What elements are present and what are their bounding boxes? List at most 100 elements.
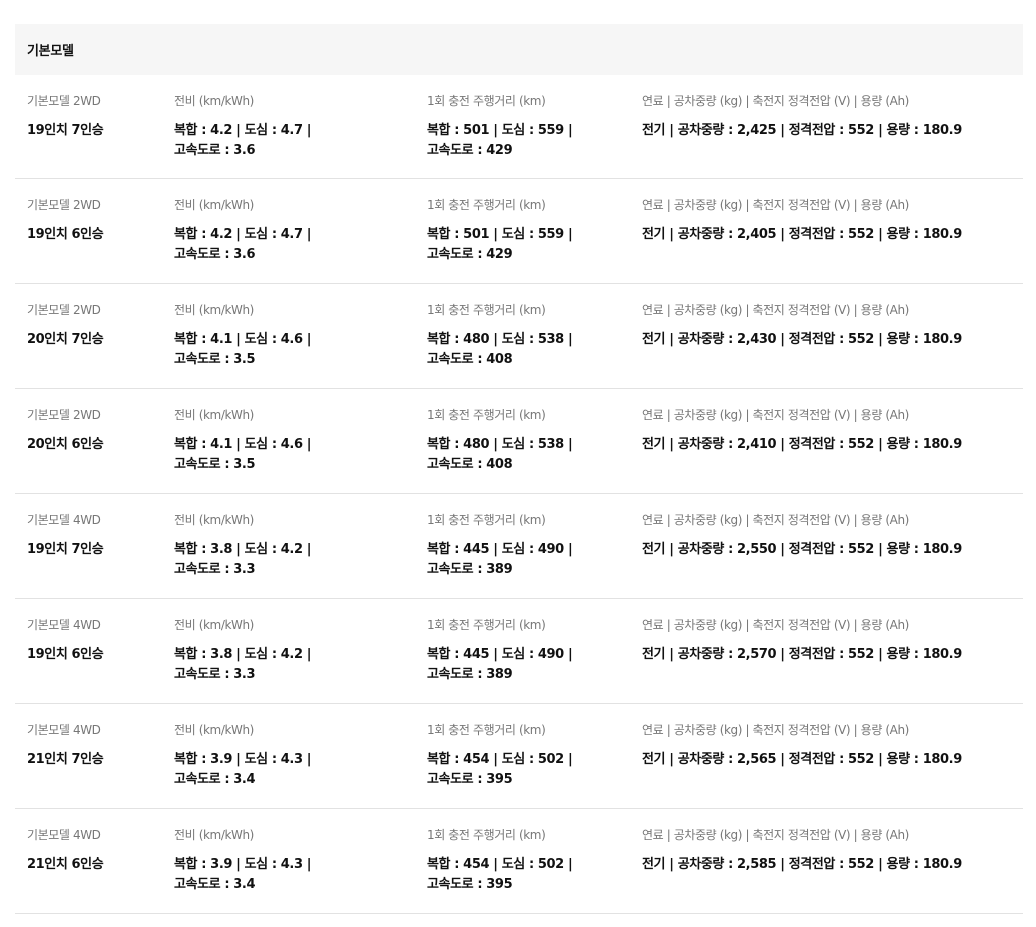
specs-label: 연료 | 공차중량 (kg) | 축전지 정격전압 (V) | 용량 (Ah) [642,723,909,737]
efficiency-line-1: 복합 : 4.2 | 도심 : 4.7 | [174,227,312,242]
specs-label: 연료 | 공차중량 (kg) | 축전지 정격전압 (V) | 용량 (Ah) [642,828,909,842]
model-cell: 기본모델 4WD 21인치 6인승 [27,827,167,875]
efficiency-cell: 전비 (km/kWh) 복합 : 3.9 | 도심 : 4.3 | 고속도로 :… [174,722,414,789]
efficiency-label: 전비 (km/kWh) [174,723,254,737]
range-line-2: 고속도로 : 395 [427,876,513,892]
range-label: 1회 충전 주행거리 (km) [427,303,546,317]
range-label: 1회 충전 주행거리 (km) [427,408,546,422]
efficiency-label: 전비 (km/kWh) [174,618,254,632]
section-title: 기본모델 [27,44,74,59]
specs-label: 연료 | 공차중량 (kg) | 축전지 정격전압 (V) | 용량 (Ah) [642,618,909,632]
efficiency-line-1: 복합 : 3.9 | 도심 : 4.3 | [174,752,312,767]
spec-row: 기본모델 4WD 21인치 6인승 전비 (km/kWh) 복합 : 3.9 |… [15,809,1023,914]
model-cell: 기본모델 2WD 19인치 6인승 [27,197,167,245]
model-cell: 기본모델 2WD 20인치 6인승 [27,407,167,455]
trim-name: 19인치 6인승 [27,647,104,662]
efficiency-line-2: 고속도로 : 3.3 [174,561,256,577]
range-label: 1회 충전 주행거리 (km) [427,198,546,212]
efficiency-value: 복합 : 4.2 | 도심 : 4.7 | 고속도로 : 3.6 [174,225,414,264]
spec-row: 기본모델 4WD 21인치 7인승 전비 (km/kWh) 복합 : 3.9 |… [15,704,1023,809]
efficiency-value: 복합 : 3.9 | 도심 : 4.3 | 고속도로 : 3.4 [174,750,414,789]
specs-cell: 연료 | 공차중량 (kg) | 축전지 정격전압 (V) | 용량 (Ah) … [642,197,1022,245]
specs-cell: 연료 | 공차중량 (kg) | 축전지 정격전압 (V) | 용량 (Ah) … [642,722,1022,770]
range-value: 복합 : 501 | 도심 : 559 | 고속도로 : 429 [427,121,637,160]
range-line-1: 복합 : 445 | 도심 : 490 | [427,647,573,662]
efficiency-label: 전비 (km/kWh) [174,828,254,842]
efficiency-line-2: 고속도로 : 3.6 [174,246,256,262]
specs-cell: 연료 | 공차중량 (kg) | 축전지 정격전압 (V) | 용량 (Ah) … [642,827,1022,875]
range-cell: 1회 충전 주행거리 (km) 복합 : 501 | 도심 : 559 | 고속… [427,197,637,264]
specs-value: 전기 | 공차중량 : 2,565 | 정격전압 : 552 | 용량 : 18… [642,752,962,767]
range-label: 1회 충전 주행거리 (km) [427,828,546,842]
trim-name: 20인치 7인승 [27,332,104,347]
trim-name: 20인치 6인승 [27,437,104,452]
efficiency-line-1: 복합 : 4.2 | 도심 : 4.7 | [174,123,312,138]
efficiency-label: 전비 (km/kWh) [174,513,254,527]
range-value: 복합 : 454 | 도심 : 502 | 고속도로 : 395 [427,855,637,894]
specs-value: 전기 | 공차중량 : 2,585 | 정격전압 : 552 | 용량 : 18… [642,857,962,872]
model-name: 기본모델 2WD [27,408,101,422]
model-cell: 기본모델 2WD 19인치 7인승 [27,93,167,141]
range-line-1: 복합 : 480 | 도심 : 538 | [427,332,573,347]
specs-value: 전기 | 공차중량 : 2,425 | 정격전압 : 552 | 용량 : 18… [642,123,962,138]
efficiency-line-1: 복합 : 4.1 | 도심 : 4.6 | [174,437,312,452]
model-name: 기본모델 2WD [27,198,101,212]
range-line-1: 복합 : 501 | 도심 : 559 | [427,227,573,242]
section-header: 기본모델 [15,24,1023,75]
range-line-1: 복합 : 454 | 도심 : 502 | [427,752,573,767]
range-cell: 1회 충전 주행거리 (km) 복합 : 480 | 도심 : 538 | 고속… [427,302,637,369]
specs-label: 연료 | 공차중량 (kg) | 축전지 정격전압 (V) | 용량 (Ah) [642,303,909,317]
efficiency-value: 복합 : 3.8 | 도심 : 4.2 | 고속도로 : 3.3 [174,540,414,579]
efficiency-value: 복합 : 4.1 | 도심 : 4.6 | 고속도로 : 3.5 [174,435,414,474]
model-name: 기본모델 2WD [27,94,101,108]
range-line-1: 복합 : 501 | 도심 : 559 | [427,123,573,138]
specs-cell: 연료 | 공차중량 (kg) | 축전지 정격전압 (V) | 용량 (Ah) … [642,512,1022,560]
efficiency-value: 복합 : 3.9 | 도심 : 4.3 | 고속도로 : 3.4 [174,855,414,894]
specs-cell: 연료 | 공차중량 (kg) | 축전지 정격전압 (V) | 용량 (Ah) … [642,93,1022,141]
range-label: 1회 충전 주행거리 (km) [427,513,546,527]
range-value: 복합 : 445 | 도심 : 490 | 고속도로 : 389 [427,540,637,579]
specs-cell: 연료 | 공차중량 (kg) | 축전지 정격전압 (V) | 용량 (Ah) … [642,617,1022,665]
efficiency-value: 복합 : 4.1 | 도심 : 4.6 | 고속도로 : 3.5 [174,330,414,369]
specs-cell: 연료 | 공차중량 (kg) | 축전지 정격전압 (V) | 용량 (Ah) … [642,407,1022,455]
range-value: 복합 : 480 | 도심 : 538 | 고속도로 : 408 [427,330,637,369]
range-cell: 1회 충전 주행거리 (km) 복합 : 445 | 도심 : 490 | 고속… [427,617,637,684]
range-cell: 1회 충전 주행거리 (km) 복합 : 454 | 도심 : 502 | 고속… [427,722,637,789]
efficiency-line-1: 복합 : 3.8 | 도심 : 4.2 | [174,647,312,662]
trim-name: 19인치 6인승 [27,227,104,242]
spec-table: 기본모델 2WD 19인치 7인승 전비 (km/kWh) 복합 : 4.2 |… [15,75,1023,914]
model-cell: 기본모델 4WD 19인치 6인승 [27,617,167,665]
efficiency-line-2: 고속도로 : 3.4 [174,876,256,892]
efficiency-line-1: 복합 : 4.1 | 도심 : 4.6 | [174,332,312,347]
trim-name: 21인치 7인승 [27,752,104,767]
range-line-2: 고속도로 : 408 [427,456,513,472]
range-line-2: 고속도로 : 408 [427,351,513,367]
model-name: 기본모델 4WD [27,723,101,737]
range-line-1: 복합 : 445 | 도심 : 490 | [427,542,573,557]
model-cell: 기본모델 2WD 20인치 7인승 [27,302,167,350]
efficiency-line-2: 고속도로 : 3.4 [174,771,256,787]
specs-value: 전기 | 공차중량 : 2,550 | 정격전압 : 552 | 용량 : 18… [642,542,962,557]
range-line-2: 고속도로 : 389 [427,561,513,577]
trim-name: 19인치 7인승 [27,542,104,557]
specs-value: 전기 | 공차중량 : 2,405 | 정격전압 : 552 | 용량 : 18… [642,227,962,242]
trim-name: 19인치 7인승 [27,123,104,138]
spec-row: 기본모델 2WD 19인치 7인승 전비 (km/kWh) 복합 : 4.2 |… [15,75,1023,179]
range-value: 복합 : 480 | 도심 : 538 | 고속도로 : 408 [427,435,637,474]
range-label: 1회 충전 주행거리 (km) [427,723,546,737]
efficiency-label: 전비 (km/kWh) [174,303,254,317]
efficiency-line-2: 고속도로 : 3.6 [174,142,256,158]
range-line-2: 고속도로 : 395 [427,771,513,787]
range-label: 1회 충전 주행거리 (km) [427,94,546,108]
range-line-2: 고속도로 : 429 [427,246,513,262]
efficiency-line-2: 고속도로 : 3.5 [174,351,256,367]
model-name: 기본모델 4WD [27,828,101,842]
trim-name: 21인치 6인승 [27,857,104,872]
model-cell: 기본모델 4WD 21인치 7인승 [27,722,167,770]
range-line-2: 고속도로 : 389 [427,666,513,682]
spec-row: 기본모델 4WD 19인치 6인승 전비 (km/kWh) 복합 : 3.8 |… [15,599,1023,704]
efficiency-value: 복합 : 4.2 | 도심 : 4.7 | 고속도로 : 3.6 [174,121,414,160]
spec-panel: 기본모델 기본모델 2WD 19인치 7인승 전비 (km/kWh) 복합 : … [15,24,1023,914]
efficiency-cell: 전비 (km/kWh) 복합 : 4.1 | 도심 : 4.6 | 고속도로 :… [174,302,414,369]
model-name: 기본모델 2WD [27,303,101,317]
